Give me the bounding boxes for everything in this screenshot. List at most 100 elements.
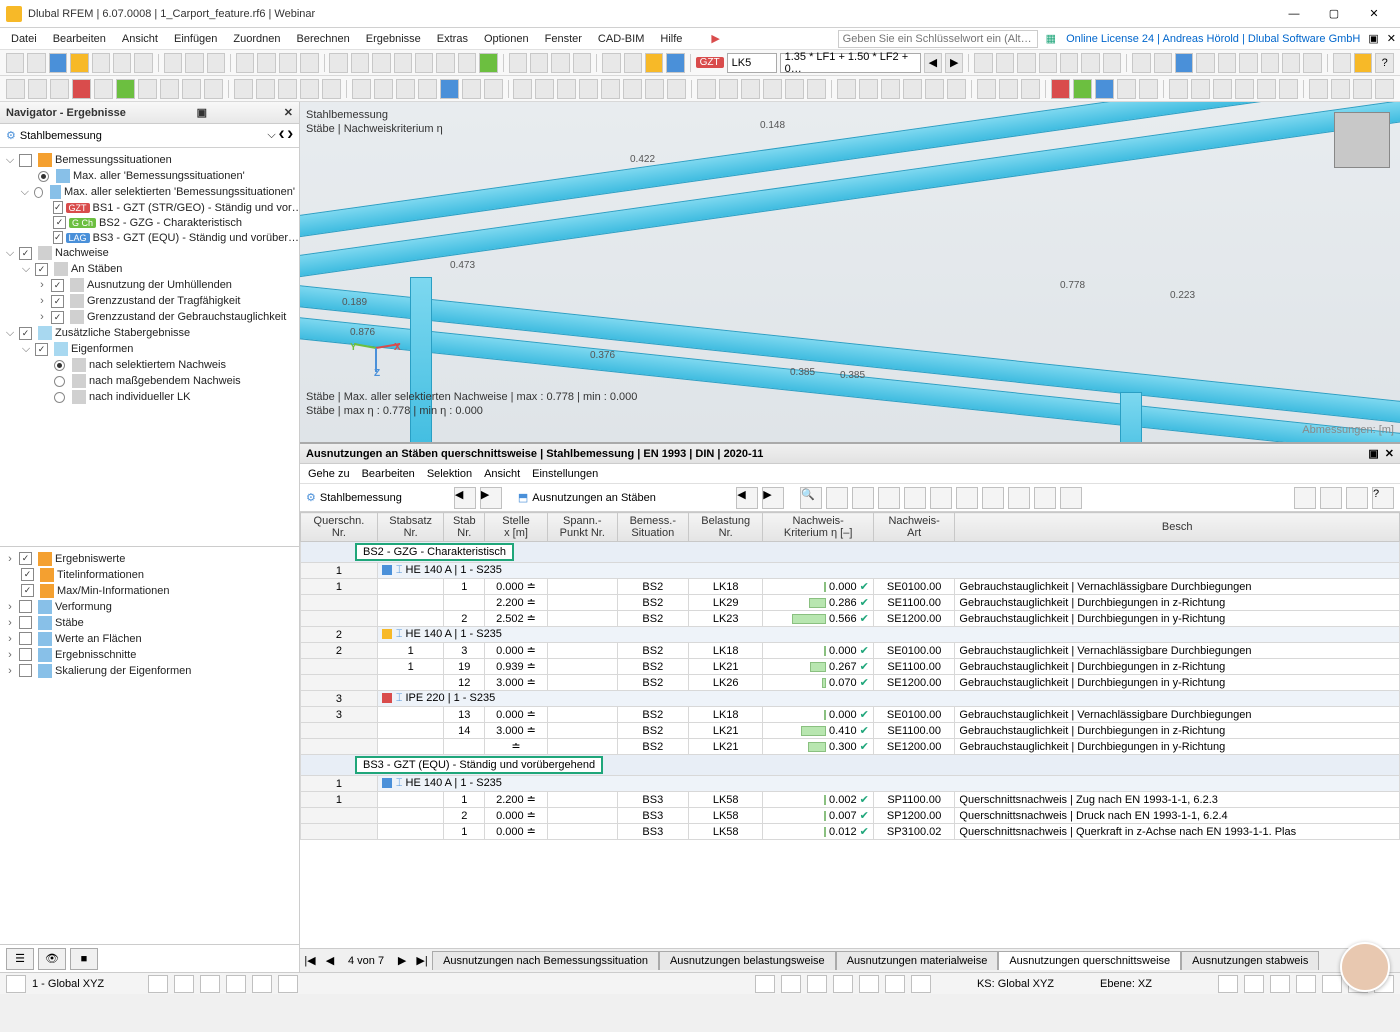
- tb-e2[interactable]: [624, 53, 642, 73]
- menu-bearbeiten[interactable]: Bearbeiten: [46, 31, 113, 47]
- sb-17[interactable]: [1270, 975, 1290, 993]
- ptb-i[interactable]: [1060, 487, 1082, 509]
- tb-new[interactable]: [6, 53, 24, 73]
- tb2-37[interactable]: [837, 79, 856, 99]
- tb2-8[interactable]: [160, 79, 179, 99]
- ptb-c[interactable]: [904, 487, 926, 509]
- tab-bemessungssituation[interactable]: Ausnutzungen nach Bemessungssituation: [432, 951, 659, 970]
- results-table[interactable]: Querschn.Nr.StabsatzNr.StabNr.Stellex [m…: [300, 512, 1400, 948]
- tb2-14[interactable]: [300, 79, 319, 99]
- tree-skalierung[interactable]: ›Skalierung der Eigenformen: [0, 663, 299, 679]
- tree-zusaetzliche[interactable]: ⌵Zusätzliche Stabergebnisse: [0, 325, 299, 341]
- tb2-53[interactable]: [1213, 79, 1232, 99]
- tb2-42[interactable]: [947, 79, 966, 99]
- sb-8[interactable]: [755, 975, 775, 993]
- tabnav-next[interactable]: ▶: [392, 951, 412, 971]
- tree-eigenformen[interactable]: ⌵Eigenformen: [0, 341, 299, 357]
- tb2-12[interactable]: [256, 79, 275, 99]
- tb2-57[interactable]: [1309, 79, 1328, 99]
- tb-redo[interactable]: [113, 53, 131, 73]
- tb2-16[interactable]: [352, 79, 371, 99]
- menu-fenster[interactable]: Fenster: [538, 31, 589, 47]
- sb-5[interactable]: [226, 975, 246, 993]
- menu-zuordnen[interactable]: Zuordnen: [226, 31, 287, 47]
- tb-i2[interactable]: [1354, 53, 1372, 73]
- tb-b1[interactable]: [236, 53, 254, 73]
- tb2-46[interactable]: [1051, 79, 1070, 99]
- tree-maxmin[interactable]: Max/Min-Informationen: [0, 583, 299, 599]
- tb2-43[interactable]: [977, 79, 996, 99]
- tb-c7[interactable]: [458, 53, 476, 73]
- tb2-35[interactable]: [785, 79, 804, 99]
- close-button[interactable]: ✕: [1354, 0, 1394, 28]
- tb2-44[interactable]: [999, 79, 1018, 99]
- sb-1[interactable]: [6, 975, 26, 993]
- tb-e4[interactable]: [666, 53, 684, 73]
- tb-g6[interactable]: [1081, 53, 1099, 73]
- pmenu-selektion[interactable]: Selektion: [427, 468, 472, 480]
- tb2-30[interactable]: [667, 79, 686, 99]
- tb-save[interactable]: [49, 53, 67, 73]
- tb2-23[interactable]: [513, 79, 532, 99]
- tb-g4[interactable]: [1039, 53, 1057, 73]
- ptb-k[interactable]: [1320, 487, 1342, 509]
- tb2-25[interactable]: [557, 79, 576, 99]
- navtab-2[interactable]: 👁: [38, 948, 66, 970]
- tb2-51[interactable]: [1169, 79, 1188, 99]
- tb2-1[interactable]: [6, 79, 25, 99]
- tree-flaechen[interactable]: ›Werte an Flächen: [0, 631, 299, 647]
- tb-h5[interactable]: [1218, 53, 1236, 73]
- tb2-34[interactable]: [763, 79, 782, 99]
- tb-a2[interactable]: [185, 53, 203, 73]
- ptb-a[interactable]: [852, 487, 874, 509]
- tb-c5[interactable]: [415, 53, 433, 73]
- tb2-52[interactable]: [1191, 79, 1210, 99]
- loadcase-formula-combo[interactable]: 1.35 * LF1 + 1.50 * LF2 + 0…: [780, 53, 921, 73]
- tb-a1[interactable]: [164, 53, 182, 73]
- tree-grenz-trag[interactable]: ›Grenzzustand der Tragfähigkeit: [0, 293, 299, 309]
- tb2-10[interactable]: [204, 79, 223, 99]
- view-cube[interactable]: [1334, 112, 1390, 168]
- tb2-41[interactable]: [925, 79, 944, 99]
- sb-3[interactable]: [174, 975, 194, 993]
- keyword-search-input[interactable]: [838, 30, 1038, 48]
- tb2-27[interactable]: [601, 79, 620, 99]
- tb-h1[interactable]: [1132, 53, 1150, 73]
- tb2-29[interactable]: [645, 79, 664, 99]
- sb-13[interactable]: [885, 975, 905, 993]
- tb2-58[interactable]: [1331, 79, 1350, 99]
- tb2-22[interactable]: [484, 79, 503, 99]
- tb-h3[interactable]: [1175, 53, 1193, 73]
- tb2-2[interactable]: [28, 79, 47, 99]
- tb-c1[interactable]: [329, 53, 347, 73]
- tb2-5[interactable]: [94, 79, 113, 99]
- tb-open[interactable]: [27, 53, 45, 73]
- ptb-help[interactable]: ?: [1372, 487, 1394, 509]
- tb-c8[interactable]: [479, 53, 497, 73]
- menu-cadbim[interactable]: CAD-BIM: [591, 31, 651, 47]
- sb-18[interactable]: [1296, 975, 1316, 993]
- tb2-33[interactable]: [741, 79, 760, 99]
- tb2-6[interactable]: [116, 79, 135, 99]
- navigator-pin-icon[interactable]: ▣: [197, 106, 207, 119]
- pmenu-bearbeiten[interactable]: Bearbeiten: [362, 468, 415, 480]
- tree-bs2[interactable]: G ChBS2 - GZG - Charakteristisch: [0, 215, 299, 230]
- tb-i3[interactable]: ?: [1375, 53, 1393, 73]
- tb2-47[interactable]: [1073, 79, 1092, 99]
- ptb-l[interactable]: [1346, 487, 1368, 509]
- tb2-38[interactable]: [859, 79, 878, 99]
- ptb-g[interactable]: [1008, 487, 1030, 509]
- panel-result-combo[interactable]: Ausnutzungen an Stäben: [532, 492, 732, 504]
- tb2-15[interactable]: [322, 79, 341, 99]
- tree-max-sel[interactable]: ⌵Max. aller selektierten 'Bemessungssitu…: [0, 184, 299, 200]
- tree-an-staeben[interactable]: ⌵An Stäben: [0, 261, 299, 277]
- tb2-36[interactable]: [807, 79, 826, 99]
- tb-c6[interactable]: [436, 53, 454, 73]
- minimize-button[interactable]: —: [1274, 0, 1314, 28]
- tb2-31[interactable]: [697, 79, 716, 99]
- tb-d3[interactable]: [551, 53, 569, 73]
- tb2-28[interactable]: [623, 79, 642, 99]
- navigator-close-icon[interactable]: ✕: [284, 106, 293, 119]
- tb2-17[interactable]: [374, 79, 393, 99]
- tree-grenz-gebr[interactable]: ›Grenzzustand der Gebrauchstauglichkeit: [0, 309, 299, 325]
